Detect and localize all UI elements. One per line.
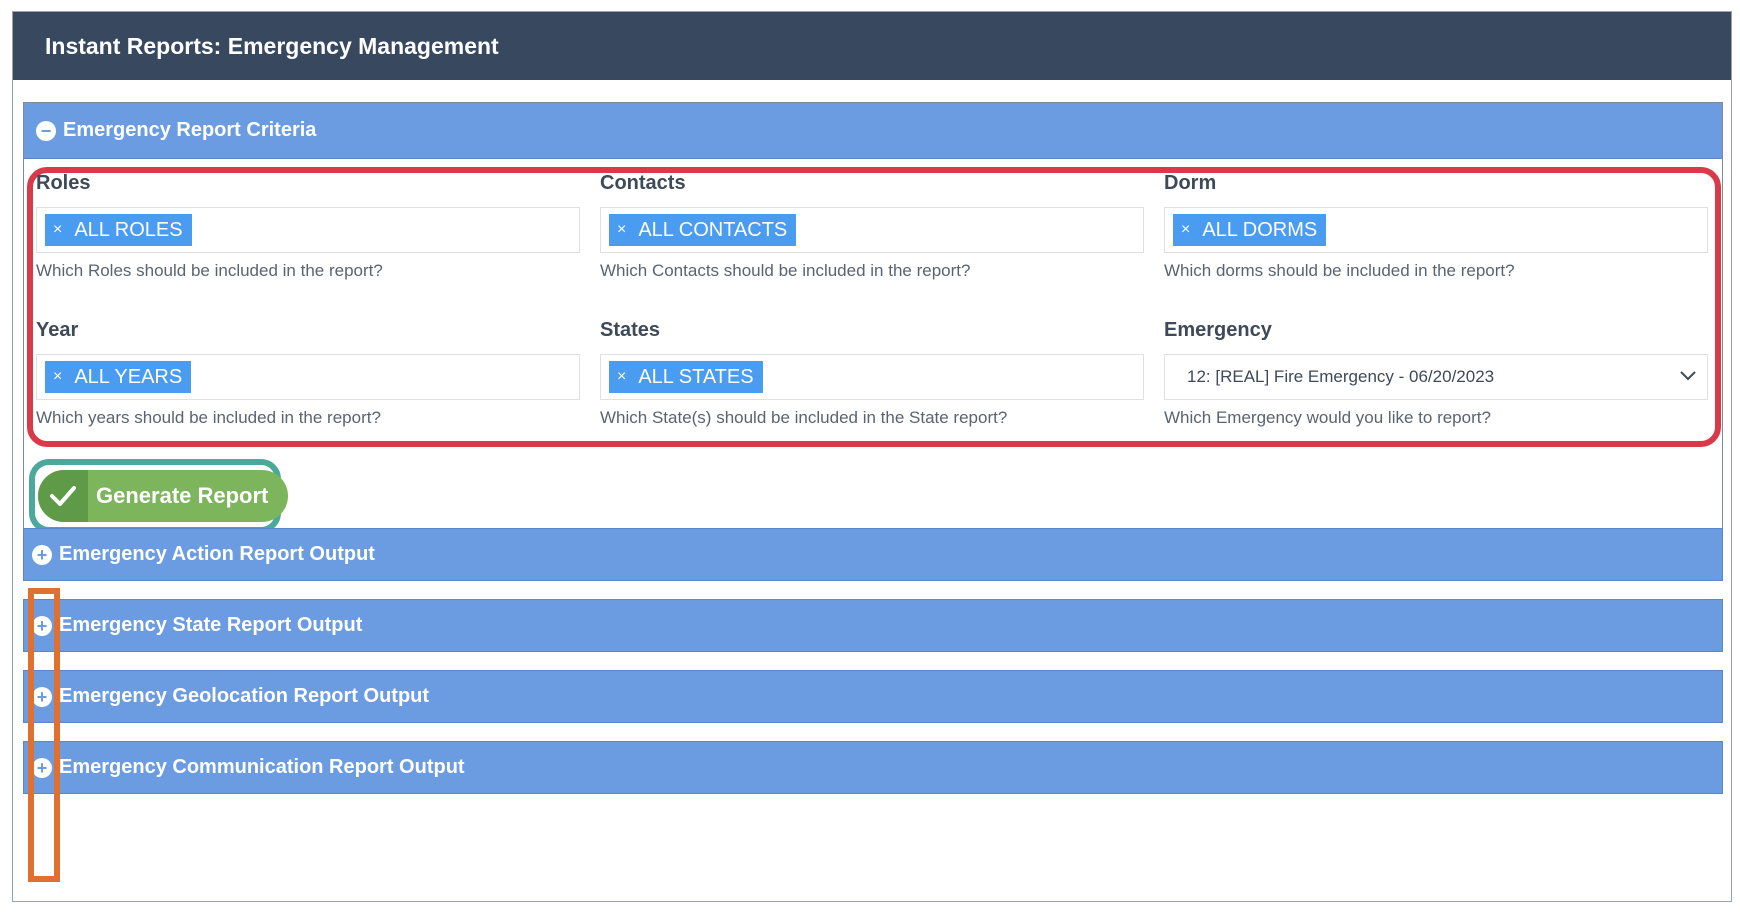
output-panel-communication[interactable]: + Emergency Communication Report Output [23, 741, 1723, 794]
year-help: Which years should be included in the re… [36, 408, 381, 427]
tag-remove-icon[interactable]: × [53, 221, 62, 239]
contacts-tag[interactable]: × ALL CONTACTS [609, 214, 797, 246]
criteria-panel-title: Emergency Report Criteria [63, 119, 317, 141]
roles-field: Roles × ALL ROLES Which Roles should be i… [36, 169, 580, 281]
emergency-help: Which Emergency would you like to report… [1164, 408, 1491, 427]
expand-icons-highlight-box [28, 588, 60, 882]
dorm-label: Dorm [1164, 172, 1217, 194]
page-title: Instant Reports: Emergency Management [13, 12, 1731, 80]
roles-tag-label: ALL ROLES [74, 218, 183, 241]
year-field: Year × ALL YEARS Which years should be in… [36, 316, 580, 428]
states-field: States × ALL STATES Which State(s) should… [600, 316, 1144, 428]
year-tag-label: ALL YEARS [74, 365, 183, 388]
emergency-field: Emergency 12: [REAL] Fire Emergency - 06… [1164, 316, 1708, 428]
states-label: States [600, 319, 661, 341]
states-select[interactable]: × ALL STATES [600, 354, 1144, 400]
output-panel-action[interactable]: + Emergency Action Report Output [23, 528, 1723, 581]
dorm-select[interactable]: × ALL DORMS [1164, 207, 1708, 253]
output-panel-title: Emergency Action Report Output [59, 543, 375, 565]
tag-remove-icon[interactable]: × [617, 368, 626, 386]
contacts-select[interactable]: × ALL CONTACTS [600, 207, 1144, 253]
criteria-panel: − Emergency Report Criteria Roles × ALL R… [23, 102, 1723, 565]
contacts-help: Which Contacts should be included in the… [600, 261, 971, 280]
tag-remove-icon[interactable]: × [617, 221, 626, 239]
dorm-tag[interactable]: × ALL DORMS [1173, 214, 1327, 246]
dorm-help: Which dorms should be included in the re… [1164, 261, 1515, 280]
roles-help: Which Roles should be included in the re… [36, 261, 383, 280]
emergency-label: Emergency [1164, 319, 1272, 341]
generate-report-button[interactable]: Generate Report [38, 470, 288, 522]
criteria-panel-header[interactable]: − Emergency Report Criteria [24, 103, 1722, 159]
contacts-tag-label: ALL CONTACTS [638, 218, 788, 241]
generate-report-label: Generate Report [96, 483, 269, 508]
emergency-select[interactable]: 12: [REAL] Fire Emergency - 06/20/2023 [1164, 354, 1708, 400]
year-tag[interactable]: × ALL YEARS [45, 361, 192, 393]
plus-circle-icon[interactable]: + [32, 544, 52, 565]
output-panel-title: Emergency Geolocation Report Output [59, 685, 430, 707]
dorm-field: Dorm × ALL DORMS Which dorms should be in… [1164, 169, 1708, 281]
contacts-label: Contacts [600, 172, 686, 194]
chevron-down-icon[interactable] [1679, 367, 1697, 387]
emergency-select-value: 12: [REAL] Fire Emergency - 06/20/2023 [1187, 367, 1495, 386]
tag-remove-icon[interactable]: × [53, 368, 62, 386]
minus-circle-icon[interactable]: − [36, 120, 56, 141]
contacts-field: Contacts × ALL CONTACTS Which Contacts sh… [600, 169, 1144, 281]
year-label: Year [36, 319, 79, 341]
output-panel-title: Emergency State Report Output [59, 614, 363, 636]
check-icon [38, 470, 88, 522]
year-select[interactable]: × ALL YEARS [36, 354, 580, 400]
states-tag-label: ALL STATES [638, 365, 754, 388]
states-tag[interactable]: × ALL STATES [609, 361, 763, 393]
dorm-tag-label: ALL DORMS [1202, 218, 1318, 241]
report-page: Instant Reports: Emergency Management − … [12, 11, 1732, 902]
roles-label: Roles [36, 172, 91, 194]
tag-remove-icon[interactable]: × [1181, 221, 1190, 239]
output-panel-geolocation[interactable]: + Emergency Geolocation Report Output [23, 670, 1723, 723]
output-panel-state[interactable]: + Emergency State Report Output [23, 599, 1723, 652]
roles-select[interactable]: × ALL ROLES [36, 207, 580, 253]
states-help: Which State(s) should be included in the… [600, 408, 1008, 427]
roles-tag[interactable]: × ALL ROLES [45, 214, 192, 246]
output-panel-title: Emergency Communication Report Output [59, 756, 465, 778]
